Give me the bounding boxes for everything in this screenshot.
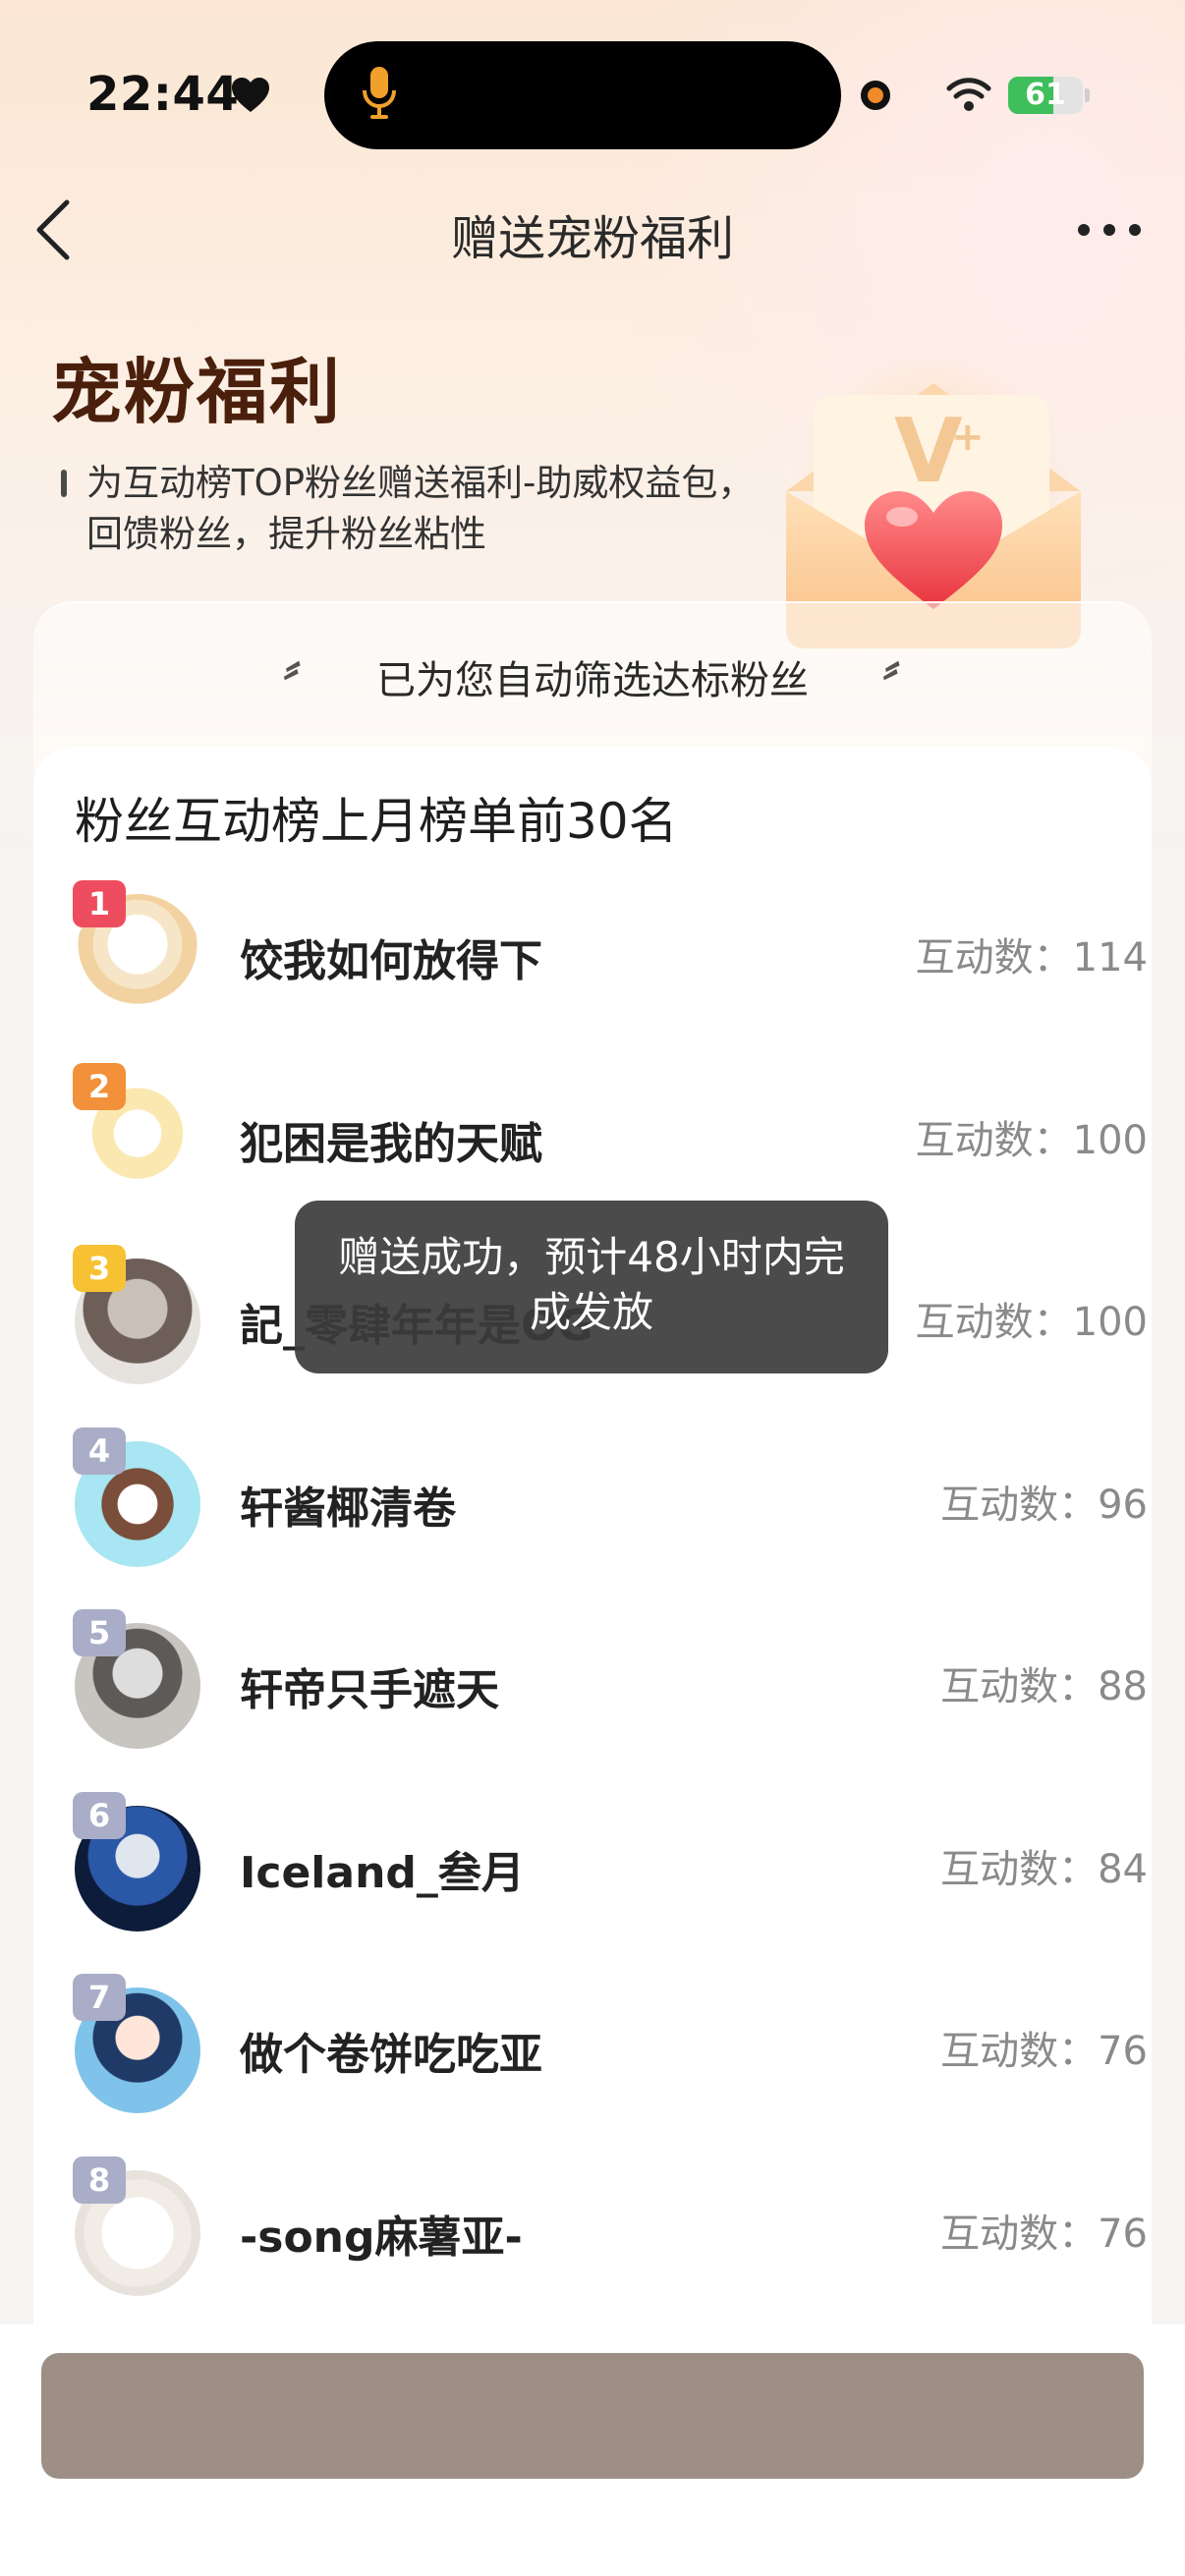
- toast-message: 赠送成功，预计48小时内完成发放: [295, 1201, 888, 1373]
- fan-row[interactable]: 7 做个卷饼吃吃亚 互动数：76: [33, 1958, 1152, 2141]
- page-title: 赠送宠粉福利: [450, 211, 734, 266]
- battery-indicator: 61: [1008, 77, 1083, 114]
- rank-badge: 5: [73, 1609, 126, 1656]
- svg-text:+: +: [951, 415, 985, 460]
- fan-name: -song麻薯亚-: [240, 2212, 523, 2263]
- status-bar: 22:44 61: [0, 0, 1185, 187]
- list-title: 粉丝互动榜上月榜单前30名: [75, 793, 678, 850]
- battery-percent: 61: [1025, 78, 1066, 112]
- interaction-count: 互动数：100: [915, 1117, 1148, 1163]
- hero-description: 为互动榜TOP粉丝赠送福利-助威权益包，回馈粉丝，提升粉丝粘性: [86, 462, 755, 555]
- rank-badge: 4: [73, 1427, 126, 1475]
- fan-name: Iceland_叁月: [240, 1847, 525, 1898]
- quote-close: 〞: [876, 659, 920, 709]
- interaction-count: 互动数：76: [940, 2211, 1148, 2257]
- rank-badge: 2: [73, 1062, 126, 1110]
- fan-row[interactable]: 5 轩帝只手遮天 互动数：88: [33, 1594, 1152, 1776]
- interaction-count: 互动数：114: [915, 935, 1148, 980]
- fan-row[interactable]: 8 -song麻薯亚- 互动数：76: [33, 2141, 1152, 2324]
- rank-badge: 6: [73, 1791, 126, 1839]
- heart-icon: [232, 78, 269, 112]
- mic-icon: [363, 67, 396, 119]
- rank-badge: 8: [73, 2156, 126, 2204]
- fan-row[interactable]: 4 轩酱椰清卷 互动数：96: [33, 1412, 1152, 1595]
- interaction-count: 互动数：88: [940, 1664, 1148, 1709]
- toast-text: 赠送成功，预计48小时内完成发放: [338, 1233, 845, 1336]
- fan-name: 做个卷饼吃吃亚: [240, 2030, 542, 2080]
- interaction-count: 互动数：76: [940, 2029, 1148, 2074]
- rank-badge: 7: [73, 1974, 126, 2021]
- dynamic-island: [324, 41, 841, 149]
- status-time: 22:44: [86, 67, 240, 122]
- fan-name: 轩帝只手遮天: [240, 1665, 499, 1715]
- fan-row[interactable]: 6 Iceland_叁月 互动数：84: [33, 1776, 1152, 1959]
- fan-name: 饺我如何放得下: [240, 936, 542, 986]
- rank-badge: 1: [73, 880, 126, 927]
- send-welfare-button[interactable]: [41, 2353, 1144, 2479]
- fan-name: 犯困是我的天赋: [240, 1118, 542, 1169]
- interaction-count: 互动数：84: [940, 1846, 1148, 1892]
- filter-banner-text: 已为您自动筛选达标粉丝: [376, 658, 809, 703]
- recording-indicator: [861, 81, 890, 110]
- battery-cap: [1085, 88, 1090, 102]
- fan-name: 轩酱椰清卷: [240, 1483, 456, 1534]
- hero-title: 宠粉福利: [51, 351, 343, 433]
- wifi-icon: [946, 78, 991, 111]
- more-icon[interactable]: [1075, 216, 1144, 244]
- interaction-count: 互动数：96: [940, 1482, 1148, 1528]
- fan-row[interactable]: 1 饺我如何放得下 互动数：114: [33, 865, 1152, 1047]
- hero-bullet: [61, 470, 67, 497]
- rank-badge: 3: [73, 1245, 126, 1292]
